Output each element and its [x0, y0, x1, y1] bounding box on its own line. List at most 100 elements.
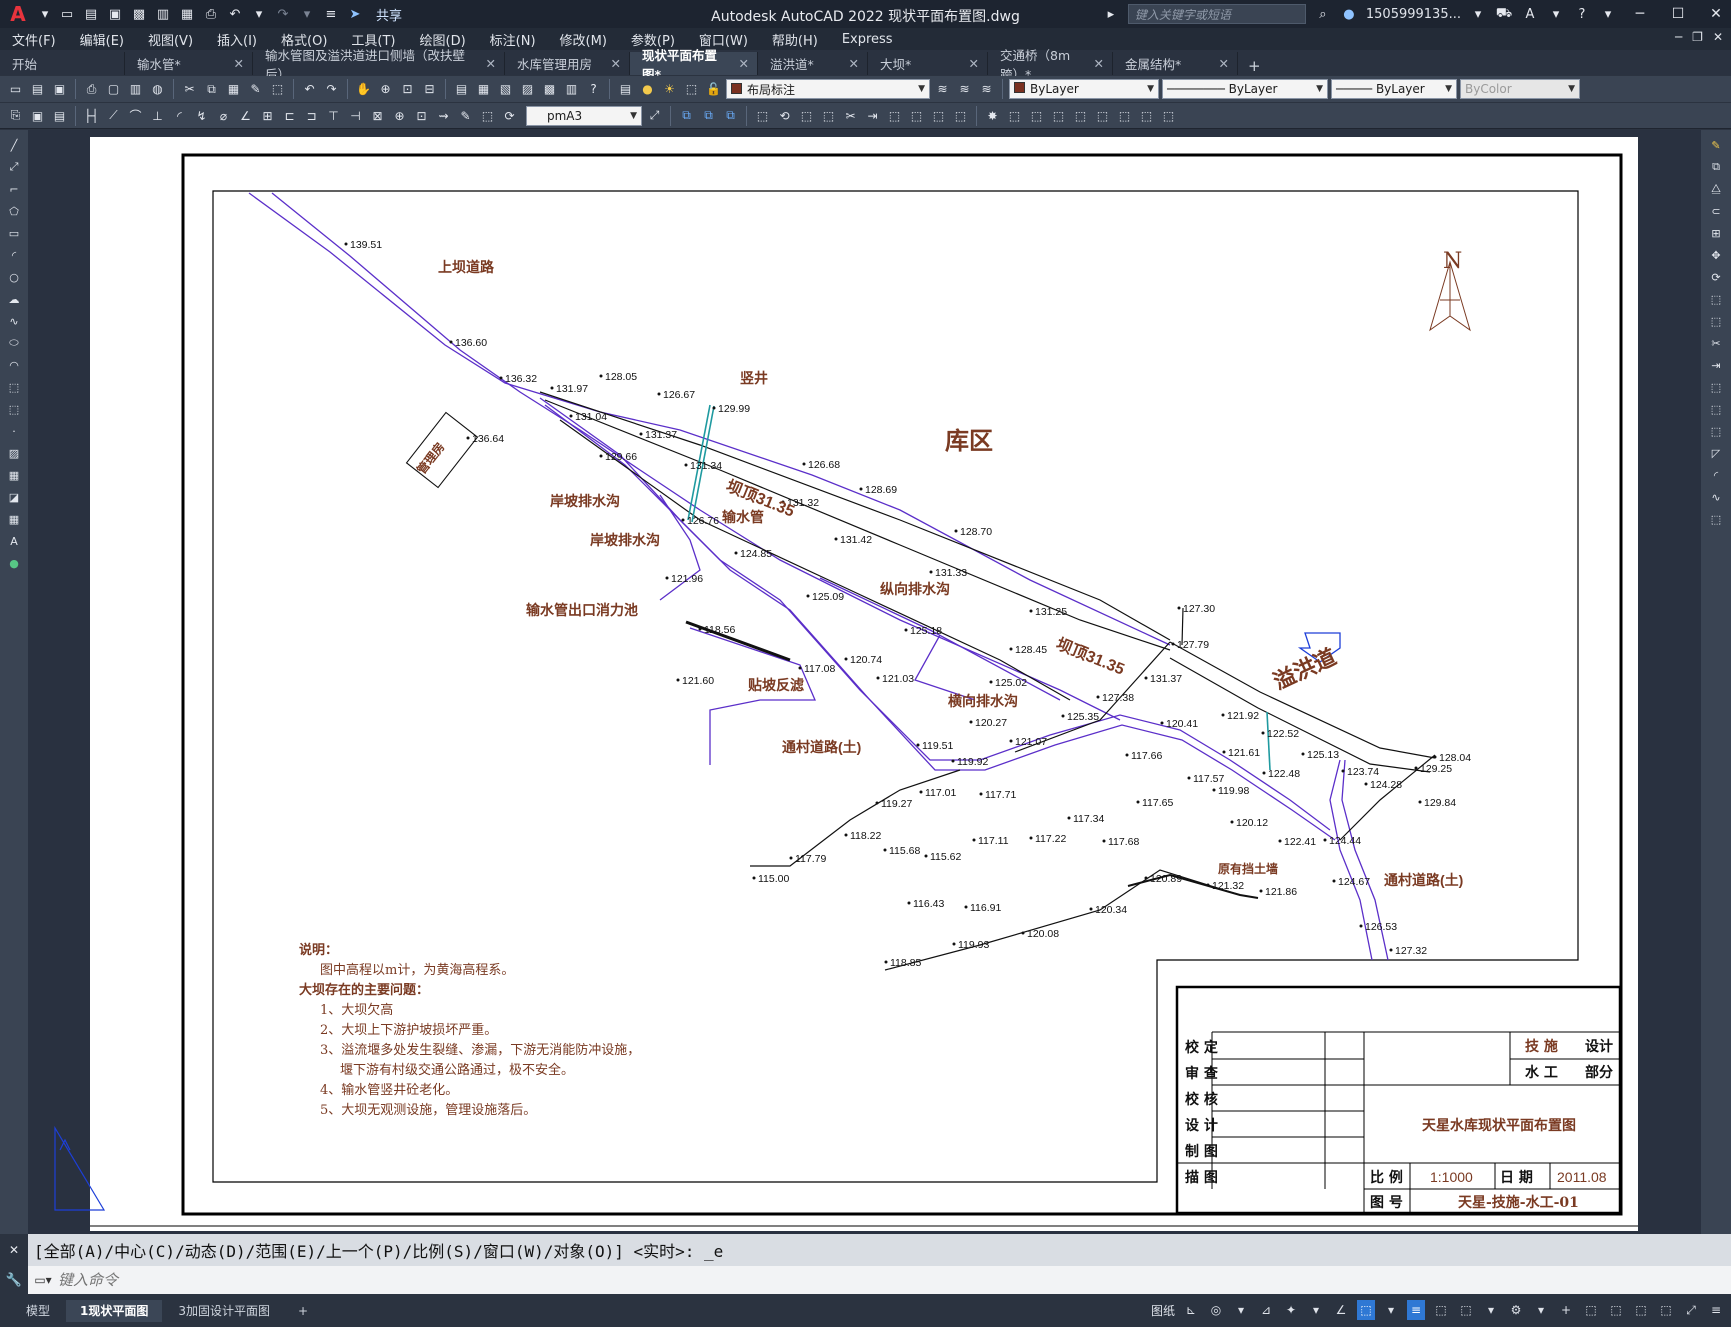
cut-icon[interactable]: ✂ — [180, 80, 199, 99]
layer-previous-icon[interactable]: ≋ — [955, 80, 974, 99]
hatch-icon[interactable]: ▨ — [5, 444, 23, 462]
preview-icon[interactable]: ▢ — [104, 80, 123, 99]
customize-status-icon[interactable]: ≡ — [1707, 1300, 1725, 1320]
user-icon[interactable]: ● — [1340, 5, 1358, 23]
tolerance-icon[interactable]: ⊠ — [368, 106, 387, 125]
blend-icon[interactable]: ∿ — [1707, 488, 1725, 506]
circle-icon[interactable]: ○ — [5, 268, 23, 286]
break-tool-icon[interactable]: ⬚ — [885, 106, 904, 125]
hide-objects-icon[interactable]: ⬚ — [1159, 106, 1178, 125]
help-icon[interactable]: ? — [584, 80, 603, 99]
chamfer-icon[interactable]: ◸ — [1707, 444, 1725, 462]
menu-item[interactable]: Express — [830, 32, 905, 47]
annotation-dropdown-icon[interactable]: ▾ — [1482, 1300, 1500, 1320]
copy-icon[interactable]: ⧉ — [1707, 158, 1725, 176]
dim-linear-icon[interactable]: ├┤ — [82, 106, 101, 125]
save-as-icon[interactable]: ▩ — [130, 5, 148, 23]
zoom-realtime-icon[interactable]: ⊕ — [376, 80, 395, 99]
minimize-icon[interactable]: ─ — [1625, 6, 1655, 22]
redo-icon[interactable]: ↷ — [322, 80, 341, 99]
open-web-icon[interactable]: ▥ — [154, 5, 172, 23]
doc-tab[interactable]: 开始 — [0, 52, 125, 75]
doc-tab[interactable]: 输水管* ✕ — [125, 52, 253, 75]
mirror-icon[interactable]: ⧋ — [1707, 180, 1725, 198]
join-icon[interactable]: ⬚ — [1707, 422, 1725, 440]
command-input[interactable] — [58, 1271, 658, 1289]
pan-icon[interactable]: ✋ — [354, 80, 373, 99]
array-icon[interactable]: ⊞ — [1707, 224, 1725, 242]
tab-close-icon[interactable]: ✕ — [849, 56, 859, 71]
dim-arc-icon[interactable]: ⌒ — [126, 106, 145, 125]
redo-icon[interactable]: ↷ — [274, 5, 292, 23]
menu-item[interactable]: 文件(F) — [0, 30, 68, 49]
ungroup-tool-icon[interactable]: ⬚ — [1049, 106, 1068, 125]
layout-tab[interactable]: 3加固设计平面图 — [164, 1300, 284, 1322]
dim-override-icon[interactable]: ⤢ — [645, 106, 664, 125]
dim-style-icon[interactable]: ⎘ — [6, 106, 25, 125]
doc-minimize-icon[interactable]: ─ — [1675, 30, 1682, 44]
plotstyle-select[interactable]: ByColor ▼ — [1460, 79, 1580, 99]
break-at-point-icon[interactable]: ⬚ — [1707, 378, 1725, 396]
properties-icon[interactable]: ▤ — [452, 80, 471, 99]
app-logo[interactable]: A — [0, 0, 36, 28]
extend-icon[interactable]: ⇥ — [1707, 356, 1725, 374]
doc-tab[interactable]: 交通桥（8m跨）* ✕ — [988, 48, 1113, 82]
command-close-icon[interactable]: ✕ — [0, 1234, 28, 1266]
help-dropdown-icon[interactable]: ▾ — [1599, 5, 1617, 23]
menu-item[interactable]: 插入(I) — [205, 30, 269, 49]
osnap-icon[interactable]: ⬚ — [1357, 1300, 1375, 1320]
layer-select[interactable]: 布局标注 ▼ — [726, 79, 930, 99]
new-file-icon[interactable]: ▭ — [58, 5, 76, 23]
lineweight-select[interactable]: ───── ByLayer ▼ — [1331, 79, 1457, 99]
point-icon[interactable]: · — [5, 422, 23, 440]
layer-state-icon[interactable]: ≋ — [977, 80, 996, 99]
fillet-tool-icon[interactable]: ⬚ — [951, 106, 970, 125]
app-dropdown-icon[interactable]: ▾ — [1547, 5, 1565, 23]
erase-icon[interactable]: ✎ — [1707, 136, 1725, 154]
command-settings-icon[interactable]: 🔧 — [0, 1266, 28, 1294]
scale-icon[interactable]: ⬚ — [1707, 290, 1725, 308]
quick-props-icon[interactable]: ⬚ — [1607, 1300, 1625, 1320]
3dprint-icon[interactable]: ◍ — [148, 80, 167, 99]
units-icon[interactable]: ⬚ — [1582, 1300, 1600, 1320]
tab-close-icon[interactable]: ✕ — [739, 56, 749, 71]
clean-screen-icon[interactable]: ⤢ — [1682, 1300, 1700, 1320]
join-tool-icon[interactable]: ⬚ — [907, 106, 926, 125]
dim-diameter-icon[interactable]: ⌀ — [214, 106, 233, 125]
recent-commands-icon[interactable]: ▭▾ — [28, 1273, 58, 1287]
share-icon[interactable]: ➤ — [346, 5, 364, 23]
fillet-icon[interactable]: ◜ — [1707, 466, 1725, 484]
dim-baseline-icon[interactable]: ⊏ — [280, 106, 299, 125]
layer-properties-icon[interactable]: ▤ — [616, 80, 635, 99]
open-icon[interactable]: ▤ — [28, 80, 47, 99]
construction-line-icon[interactable]: ⤢ — [5, 158, 23, 176]
lineweight-icon[interactable]: ≡ — [1407, 1300, 1425, 1320]
inspect-icon[interactable]: ⊡ — [412, 106, 431, 125]
dim-jogged-icon[interactable]: ↯ — [192, 106, 211, 125]
jogged-linear-icon[interactable]: ⇝ — [434, 106, 453, 125]
close-icon[interactable]: ✕ — [1701, 6, 1731, 22]
user-name[interactable]: 1505999135... — [1366, 7, 1461, 22]
trim-tool-icon[interactable]: ✂ — [841, 106, 860, 125]
grid-icon[interactable]: ⊾ — [1182, 1300, 1200, 1320]
ellipse-arc-icon[interactable]: ◠ — [5, 356, 23, 374]
match-prop-icon[interactable]: ✎ — [246, 80, 265, 99]
line-icon[interactable]: ╱ — [5, 136, 23, 154]
menu-item[interactable]: 视图(V) — [136, 30, 205, 49]
undo-icon[interactable]: ↶ — [300, 80, 319, 99]
arc-icon[interactable]: ◜ — [5, 246, 23, 264]
draworder-tool-icon[interactable]: ⬚ — [1071, 106, 1090, 125]
selection-cycling-icon[interactable]: ⬚ — [1432, 1300, 1450, 1320]
move-icon[interactable]: ✥ — [1707, 246, 1725, 264]
paste-icon[interactable]: ▦ — [224, 80, 243, 99]
color-select[interactable]: ByLayer ▼ — [1009, 79, 1159, 99]
open-file-icon[interactable]: ▤ — [82, 5, 100, 23]
dim-edit-icon[interactable]: ✎ — [456, 106, 475, 125]
app-menu-arrow-icon[interactable]: ▾ — [36, 5, 54, 23]
user-dropdown-icon[interactable]: ▾ — [1469, 5, 1487, 23]
stretch-tool-icon[interactable]: ⬚ — [819, 106, 838, 125]
table-icon[interactable]: ▤ — [50, 106, 69, 125]
extend-tool-icon[interactable]: ⇥ — [863, 106, 882, 125]
save-icon[interactable]: ▣ — [50, 80, 69, 99]
layer-lock-icon[interactable]: ⬚ — [682, 80, 701, 99]
